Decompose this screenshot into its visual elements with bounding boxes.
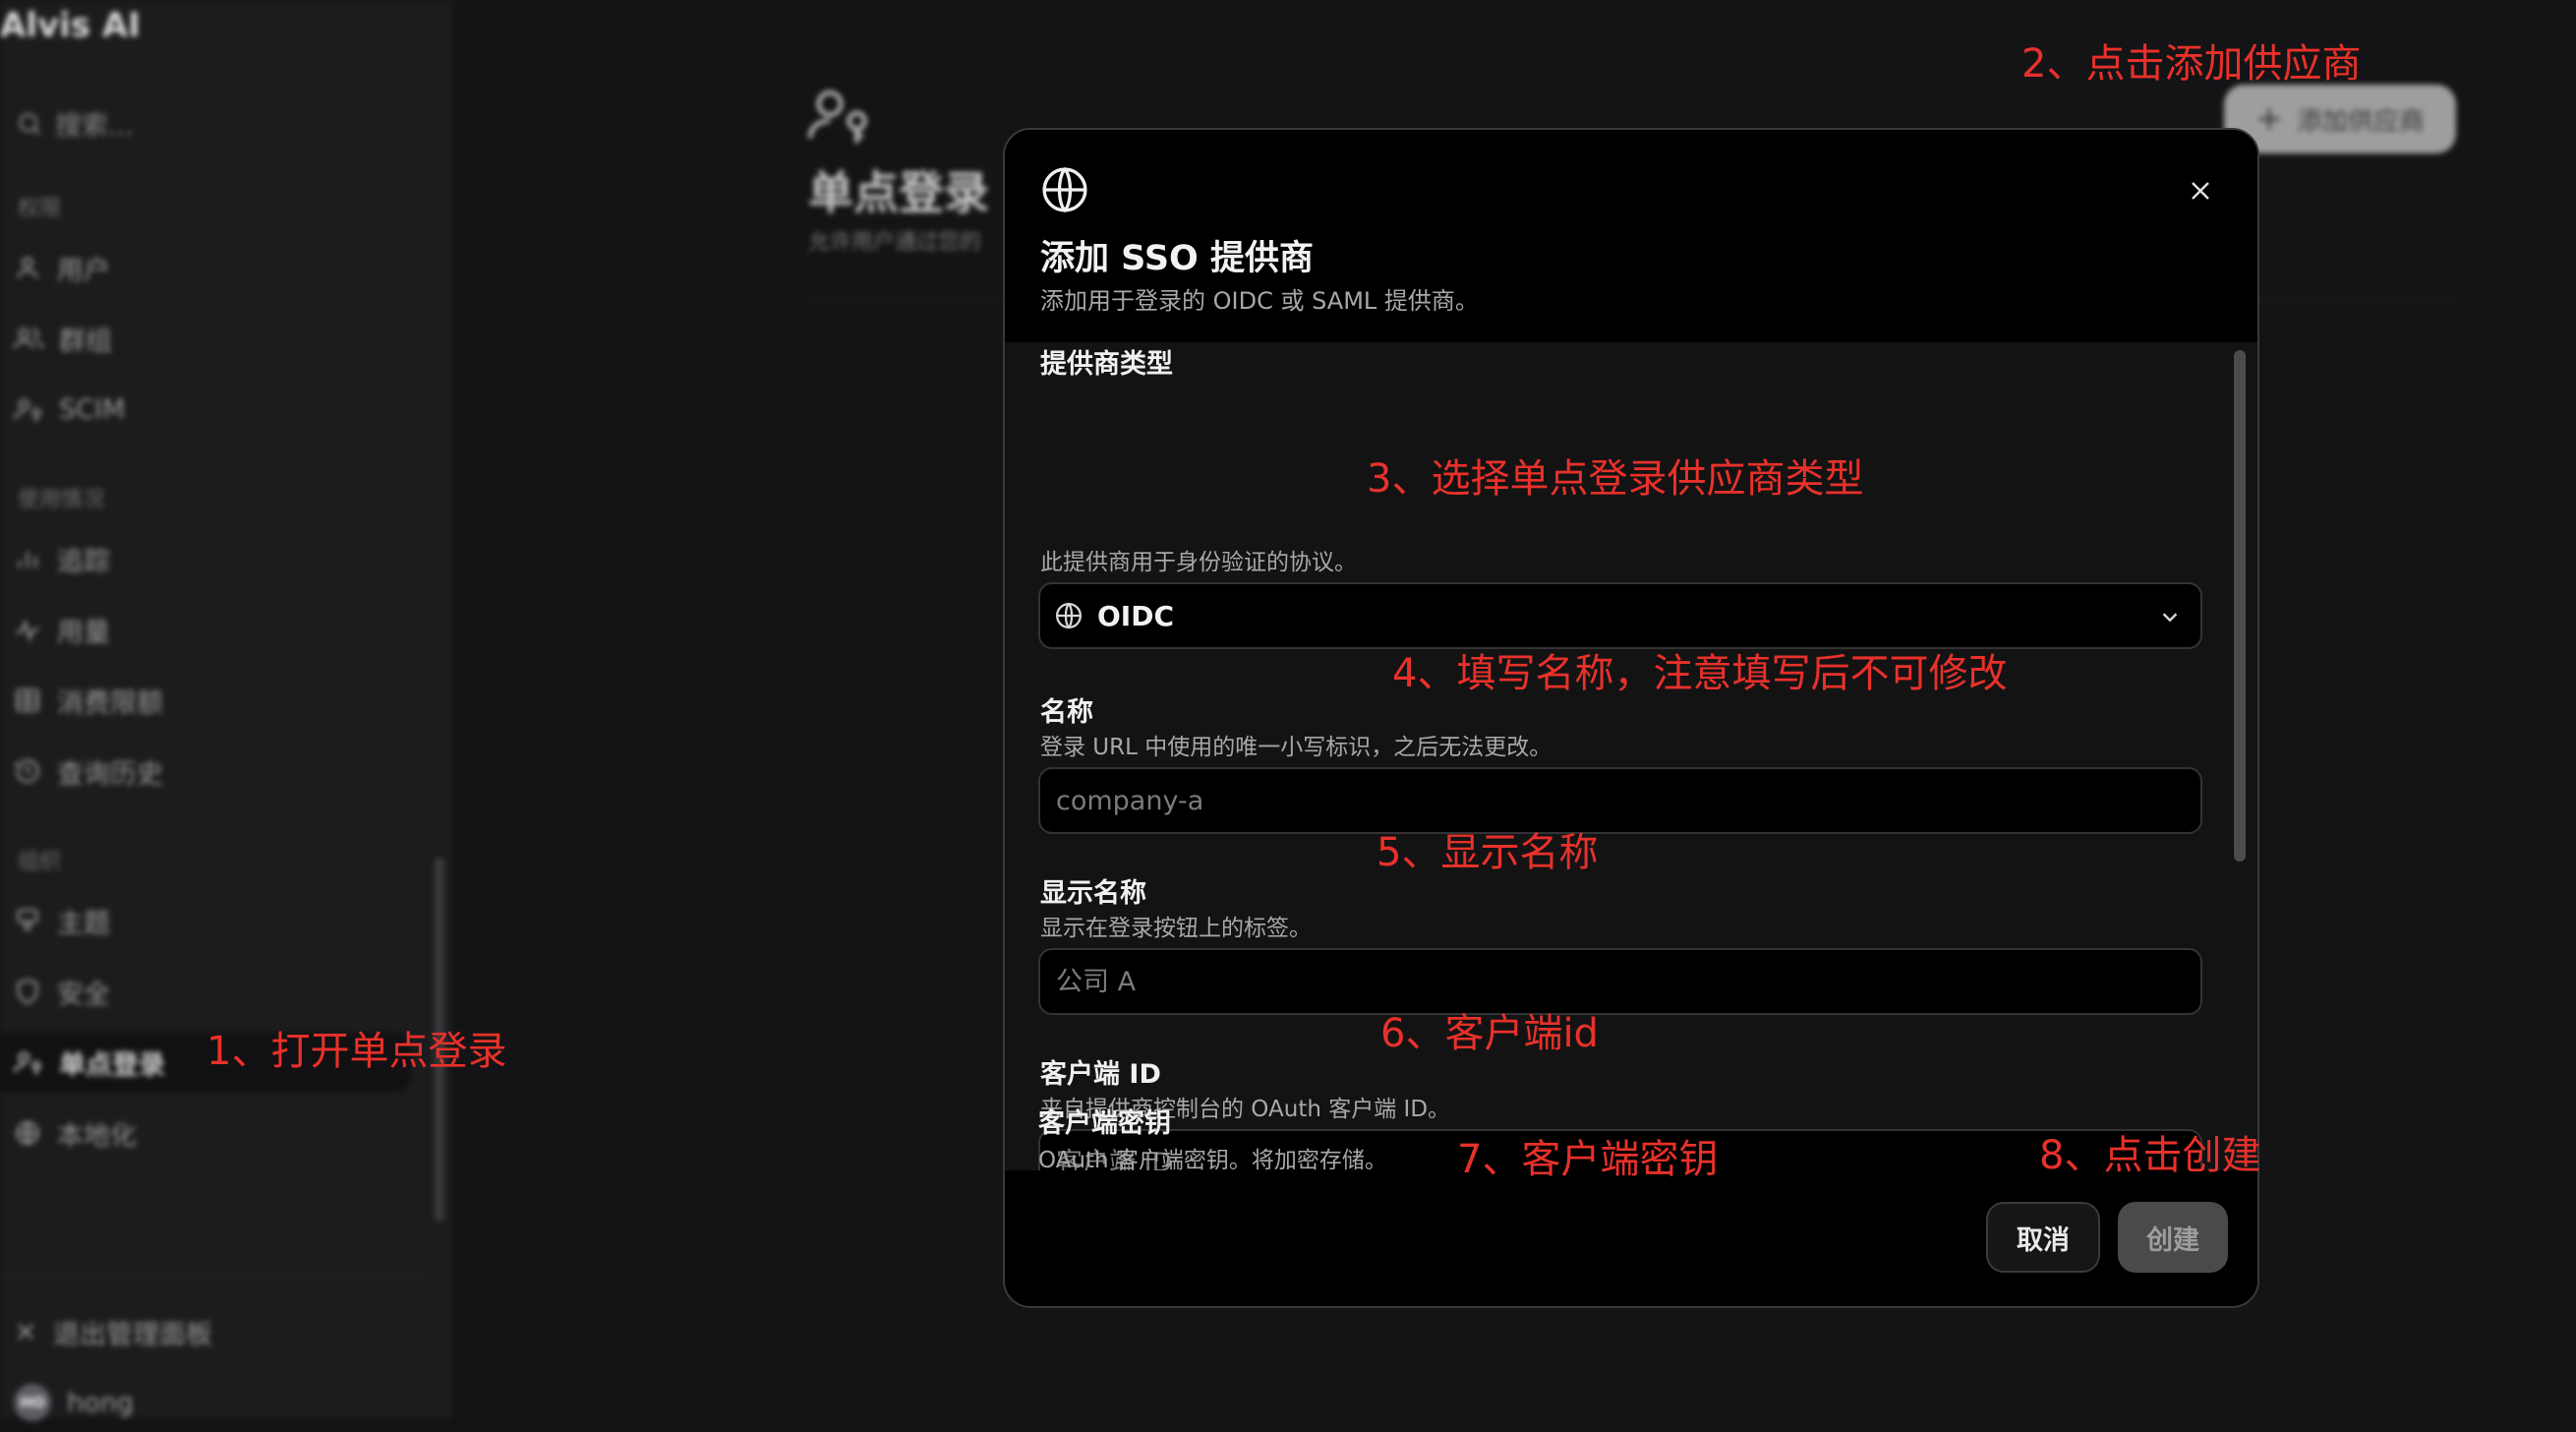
provider-type-label: 提供商类型 bbox=[1040, 349, 1173, 380]
user-profile[interactable]: HO hong bbox=[14, 1373, 407, 1432]
add-provider-button[interactable]: 添加供应商 bbox=[2224, 85, 2456, 153]
user-icon bbox=[17, 257, 38, 278]
annotation-step8: 8、点击创建 bbox=[2039, 1133, 2261, 1178]
modal-header: 添加 SSO 提供商 添加用于登录的 OIDC 或 SAML 提供商。 bbox=[1005, 130, 2257, 342]
sidebar-item-label: 消费限额 bbox=[57, 687, 163, 719]
user-key-icon bbox=[14, 1051, 41, 1075]
modal-scrollbar[interactable] bbox=[2234, 350, 2246, 862]
client-secret-label: 客户端密钥 bbox=[1038, 1108, 1171, 1139]
cancel-button[interactable]: 取消 bbox=[1986, 1202, 2100, 1273]
sidebar-item-usage[interactable]: 用量 bbox=[14, 600, 407, 659]
avatar: HO bbox=[14, 1384, 51, 1421]
sidebar-item-tracing[interactable]: 追踪 bbox=[14, 529, 407, 588]
annotation-step7: 7、客户端密钥 bbox=[1457, 1137, 1719, 1182]
exit-admin-button[interactable]: 退出管理面板 bbox=[14, 1302, 407, 1361]
annotation-step5: 5、显示名称 bbox=[1376, 830, 1599, 875]
activity-icon bbox=[16, 619, 39, 643]
globe-icon bbox=[16, 1120, 39, 1146]
sidebar-item-groups[interactable]: 群组 bbox=[14, 309, 407, 368]
globe-icon bbox=[1042, 166, 1087, 213]
provider-type-help: 此提供商用于身份验证的协议。 bbox=[1040, 550, 1357, 575]
name-label: 名称 bbox=[1040, 697, 1093, 728]
sidebar-search[interactable]: 搜索... bbox=[16, 104, 134, 143]
display-name-label: 显示名称 bbox=[1040, 878, 1146, 909]
annotation-step3: 3、选择单点登录供应商类型 bbox=[1367, 456, 1864, 502]
close-button[interactable] bbox=[2181, 171, 2220, 210]
sidebar-item-scim[interactable]: SCIM bbox=[14, 380, 407, 439]
display-name-field[interactable] bbox=[1038, 948, 2202, 1015]
page-title: 单点登录 bbox=[808, 166, 989, 219]
display-name-input[interactable] bbox=[1054, 965, 2200, 998]
users-icon bbox=[14, 328, 43, 349]
sidebar-item-label: 主题 bbox=[57, 908, 110, 939]
sidebar-item-label: SCIM bbox=[59, 393, 126, 425]
shield-icon bbox=[17, 979, 38, 1004]
exit-admin-label: 退出管理面板 bbox=[53, 1319, 212, 1350]
user-name: hong bbox=[67, 1387, 134, 1418]
close-icon bbox=[18, 1324, 33, 1340]
sidebar-item-label: 群组 bbox=[59, 326, 112, 357]
sidebar-item-localization[interactable]: 本地化 bbox=[14, 1104, 407, 1163]
sidebar-item-label: 单点登录 bbox=[59, 1049, 165, 1081]
modal-title: 添加 SSO 提供商 bbox=[1040, 239, 1314, 278]
add-provider-label: 添加供应商 bbox=[2296, 106, 2425, 137]
sidebar-item-spend-limit[interactable]: 消费限额 bbox=[14, 671, 407, 730]
section-organization: 组织 bbox=[18, 850, 62, 874]
sidebar-item-query-history[interactable]: 查询历史 bbox=[14, 742, 407, 801]
modal-footer: 取消 创建 bbox=[1005, 1170, 2257, 1306]
user-key-icon bbox=[807, 90, 867, 144]
sidebar-item-security[interactable]: 安全 bbox=[14, 962, 407, 1021]
sidebar-item-label: 本地化 bbox=[57, 1120, 137, 1152]
chevron-down-icon bbox=[2162, 613, 2178, 623]
name-input[interactable] bbox=[1054, 784, 2200, 817]
history-icon bbox=[16, 759, 39, 783]
section-usage: 使用情况 bbox=[18, 488, 105, 512]
annotation-step1: 1、打开单点登录 bbox=[206, 1029, 507, 1074]
sidebar-item-label: 用户 bbox=[57, 255, 110, 286]
client-id-label: 客户端 ID bbox=[1040, 1059, 1161, 1090]
sidebar-divider bbox=[0, 1277, 423, 1278]
create-button[interactable]: 创建 bbox=[2118, 1202, 2228, 1273]
grid-icon bbox=[16, 688, 39, 712]
section-permissions: 权限 bbox=[18, 197, 62, 221]
display-name-help: 显示在登录按钮上的标签。 bbox=[1040, 916, 1312, 941]
user-key-icon bbox=[14, 398, 41, 422]
client-secret-help: OAuth 客户端密钥。将加密存储。 bbox=[1038, 1148, 1387, 1173]
bar-chart-icon bbox=[18, 552, 37, 568]
sidebar-item-theme[interactable]: 主题 bbox=[14, 891, 407, 950]
annotation-step4: 4、填写名称，注意填写后不可修改 bbox=[1392, 651, 2008, 696]
provider-type-select[interactable]: OIDC bbox=[1038, 582, 2202, 649]
annotation-step2: 2、点击添加供应商 bbox=[2021, 41, 2362, 87]
modal-description: 添加用于登录的 OIDC 或 SAML 提供商。 bbox=[1040, 287, 1479, 315]
page-subtitle: 允许用户通过您的 bbox=[808, 230, 982, 255]
brush-icon bbox=[17, 909, 38, 931]
search-icon bbox=[19, 113, 41, 135]
app-title: Alvis AI bbox=[0, 6, 141, 45]
search-placeholder: 搜索... bbox=[55, 111, 134, 142]
sidebar-item-label: 安全 bbox=[57, 979, 110, 1010]
name-field[interactable] bbox=[1038, 767, 2202, 834]
annotation-step6: 6、客户端id bbox=[1380, 1011, 1599, 1056]
sidebar-item-label: 查询历史 bbox=[57, 758, 163, 790]
sidebar-item-label: 追踪 bbox=[57, 546, 110, 577]
name-help: 登录 URL 中使用的唯一小写标识，之后无法更改。 bbox=[1040, 735, 1552, 760]
sidebar-item-label: 用量 bbox=[57, 617, 110, 648]
close-icon bbox=[2192, 182, 2209, 200]
plus-icon bbox=[2258, 108, 2280, 130]
sidebar-item-users[interactable]: 用户 bbox=[14, 238, 407, 297]
globe-icon bbox=[1056, 602, 1082, 629]
provider-type-value: OIDC bbox=[1097, 599, 1175, 632]
sidebar: Alvis AI 搜索... 权限 用户 群组 SCIM 使用情况 追踪 用量 … bbox=[0, 0, 451, 1421]
